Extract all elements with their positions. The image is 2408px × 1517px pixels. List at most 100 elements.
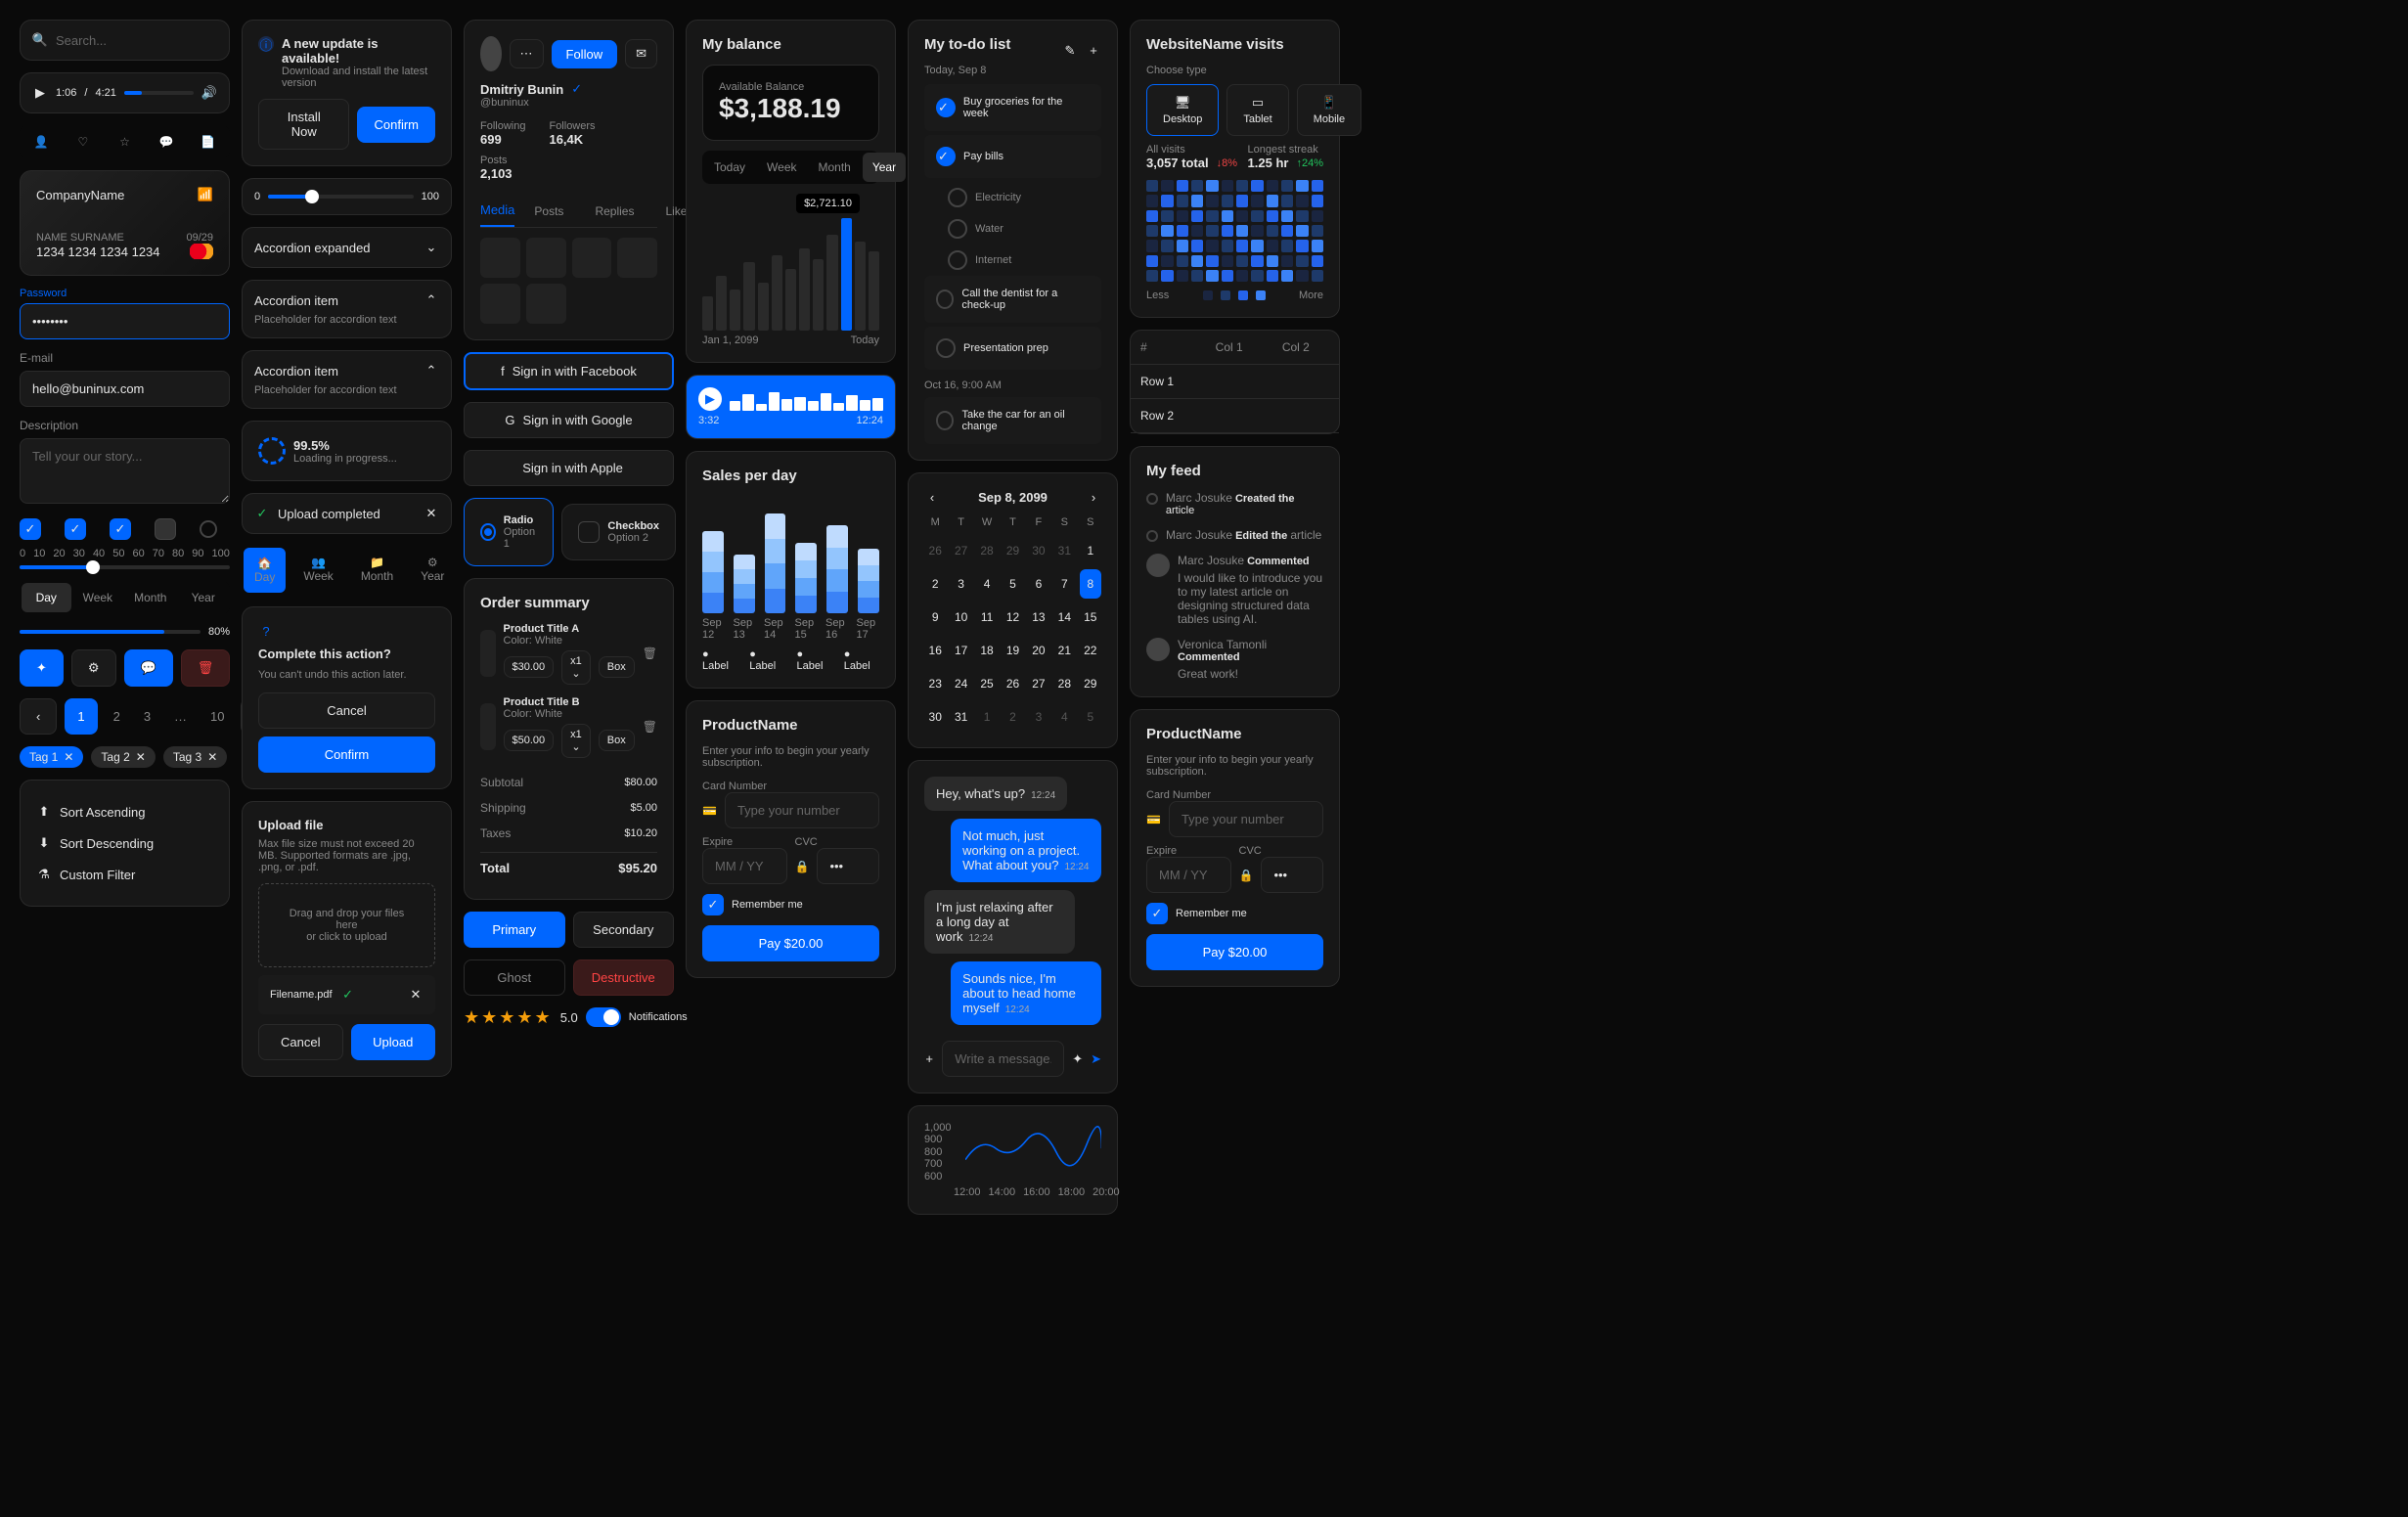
install-button[interactable]: Install Now [258, 99, 349, 150]
custom-filter[interactable]: ⚗Custom Filter [36, 859, 213, 890]
todo-item[interactable]: Call the dentist for a check-up [924, 276, 1101, 323]
confirm-button[interactable]: Confirm [357, 107, 435, 143]
cal-day[interactable]: 24 [950, 669, 971, 698]
trash-icon[interactable]: 🗑 [643, 719, 657, 735]
seg-today[interactable]: Today [704, 153, 755, 182]
cal-day[interactable]: 16 [924, 636, 946, 665]
play-icon[interactable]: ▶ [698, 387, 722, 411]
checkbox-option[interactable]: CheckboxOption 2 [561, 504, 676, 560]
cal-day[interactable]: 10 [950, 602, 971, 632]
tab-posts[interactable]: Posts [522, 197, 575, 226]
notifications-toggle[interactable] [586, 1007, 621, 1027]
cal-day[interactable]: 3 [950, 569, 971, 599]
qty-select[interactable]: x1 ⌄ [561, 724, 591, 758]
close-icon[interactable]: ✕ [64, 750, 73, 764]
close-icon[interactable]: ✕ [207, 750, 217, 764]
star-rating[interactable]: ★★★★★ [464, 1007, 553, 1028]
todo-item[interactable]: Electricity [924, 182, 1101, 213]
cal-day[interactable]: 4 [1053, 702, 1075, 732]
type-desktop[interactable]: 🖥Desktop [1146, 84, 1219, 136]
cal-day[interactable]: 5 [1002, 569, 1023, 599]
radio-input[interactable] [480, 523, 496, 541]
cal-next[interactable]: › [1086, 489, 1101, 505]
check-icon[interactable]: ✓ [936, 147, 956, 166]
check-icon[interactable] [948, 250, 967, 270]
check-4[interactable] [155, 518, 176, 540]
check-icon[interactable] [936, 290, 954, 309]
cal-day[interactable]: 7 [1053, 569, 1075, 599]
card-input[interactable] [725, 792, 879, 828]
close-icon[interactable]: ✕ [136, 750, 146, 764]
cal-day[interactable]: 2 [1002, 702, 1023, 732]
card-input[interactable] [1169, 801, 1323, 837]
media-thumb[interactable] [480, 238, 520, 278]
trash-icon[interactable]: 🗑 [643, 646, 657, 661]
cal-day[interactable]: 14 [1053, 602, 1075, 632]
seg-month[interactable]: Month [124, 583, 176, 612]
sparkle-button[interactable]: ✦ [20, 649, 64, 687]
search-input[interactable] [56, 33, 217, 48]
page-3[interactable]: 3 [136, 699, 158, 734]
cancel-button[interactable]: Cancel [258, 692, 435, 729]
cal-day[interactable]: 30 [924, 702, 946, 732]
table-row[interactable]: Row 1 [1131, 365, 1339, 399]
nav-month[interactable]: 📁Month [351, 548, 403, 593]
checkbox-input[interactable] [578, 521, 600, 543]
doc-icon[interactable]: 📄 [188, 127, 228, 156]
mail-icon[interactable]: ✉ [625, 39, 657, 68]
accordion-item-2[interactable]: Accordion item⌃ Placeholder for accordio… [242, 350, 452, 409]
todo-item[interactable]: ✓Buy groceries for the week [924, 84, 1101, 131]
ghost-button[interactable]: Ghost [464, 959, 565, 996]
nav-year[interactable]: ⚙Year [411, 548, 454, 593]
more-icon[interactable]: ⋯ [510, 39, 544, 68]
tag-3[interactable]: Tag 3 ✕ [163, 746, 227, 768]
tag-2[interactable]: Tag 2 ✕ [91, 746, 155, 768]
cal-day[interactable]: 3 [1028, 702, 1049, 732]
check-icon[interactable] [936, 411, 954, 430]
filter-button[interactable]: ⚙ [71, 649, 116, 687]
table-row[interactable]: Row 2 [1131, 399, 1339, 433]
media-thumb[interactable] [480, 284, 520, 324]
expire-input[interactable] [702, 848, 787, 884]
page-10[interactable]: 10 [202, 699, 232, 734]
email-input[interactable] [20, 371, 230, 407]
dropzone[interactable]: Drag and drop your files here or click t… [258, 883, 435, 967]
tab-replies[interactable]: Replies [583, 197, 646, 226]
check-icon[interactable] [948, 188, 967, 207]
cal-day[interactable]: 5 [1080, 702, 1101, 732]
cal-day[interactable]: 27 [950, 536, 971, 565]
nav-day[interactable]: 🏠Day [244, 548, 286, 593]
type-mobile[interactable]: 📱Mobile [1297, 84, 1361, 136]
check-icon[interactable]: ✓ [936, 98, 956, 117]
delete-button[interactable]: 🗑 [181, 649, 231, 687]
cal-day[interactable]: 31 [950, 702, 971, 732]
cancel-button[interactable]: Cancel [258, 1024, 343, 1060]
media-thumb[interactable] [526, 238, 566, 278]
pay-button[interactable]: Pay $20.00 [1146, 934, 1323, 970]
user-icon[interactable]: 👤 [22, 127, 62, 156]
range-track[interactable] [20, 565, 230, 569]
close-icon[interactable]: ✕ [424, 506, 439, 521]
chat-icon[interactable]: 💬 [147, 127, 187, 156]
check-1[interactable]: ✓ [20, 518, 41, 540]
comment-button[interactable]: 💬 [124, 649, 173, 687]
todo-item[interactable]: ✓Pay bills [924, 135, 1101, 178]
check-icon[interactable] [948, 219, 967, 239]
cal-day[interactable]: 29 [1080, 669, 1101, 698]
media-thumb[interactable] [526, 284, 566, 324]
cal-day[interactable]: 28 [976, 536, 998, 565]
slider-0-100[interactable]: 0 100 [242, 178, 452, 215]
heart-icon[interactable]: ♡ [64, 127, 104, 156]
cal-day[interactable]: 27 [1028, 669, 1049, 698]
cal-day[interactable]: 15 [1080, 602, 1101, 632]
media-thumb[interactable] [572, 238, 612, 278]
primary-button[interactable]: Primary [464, 912, 565, 948]
cal-day[interactable]: 26 [1002, 669, 1023, 698]
close-icon[interactable]: ✕ [408, 987, 424, 1003]
cal-day[interactable]: 1 [1080, 536, 1101, 565]
cal-day[interactable]: 31 [1053, 536, 1075, 565]
send-icon[interactable]: ➤ [1091, 1051, 1101, 1067]
check-3[interactable]: ✓ [110, 518, 131, 540]
cal-day[interactable]: 26 [924, 536, 946, 565]
media-thumb[interactable] [617, 238, 657, 278]
